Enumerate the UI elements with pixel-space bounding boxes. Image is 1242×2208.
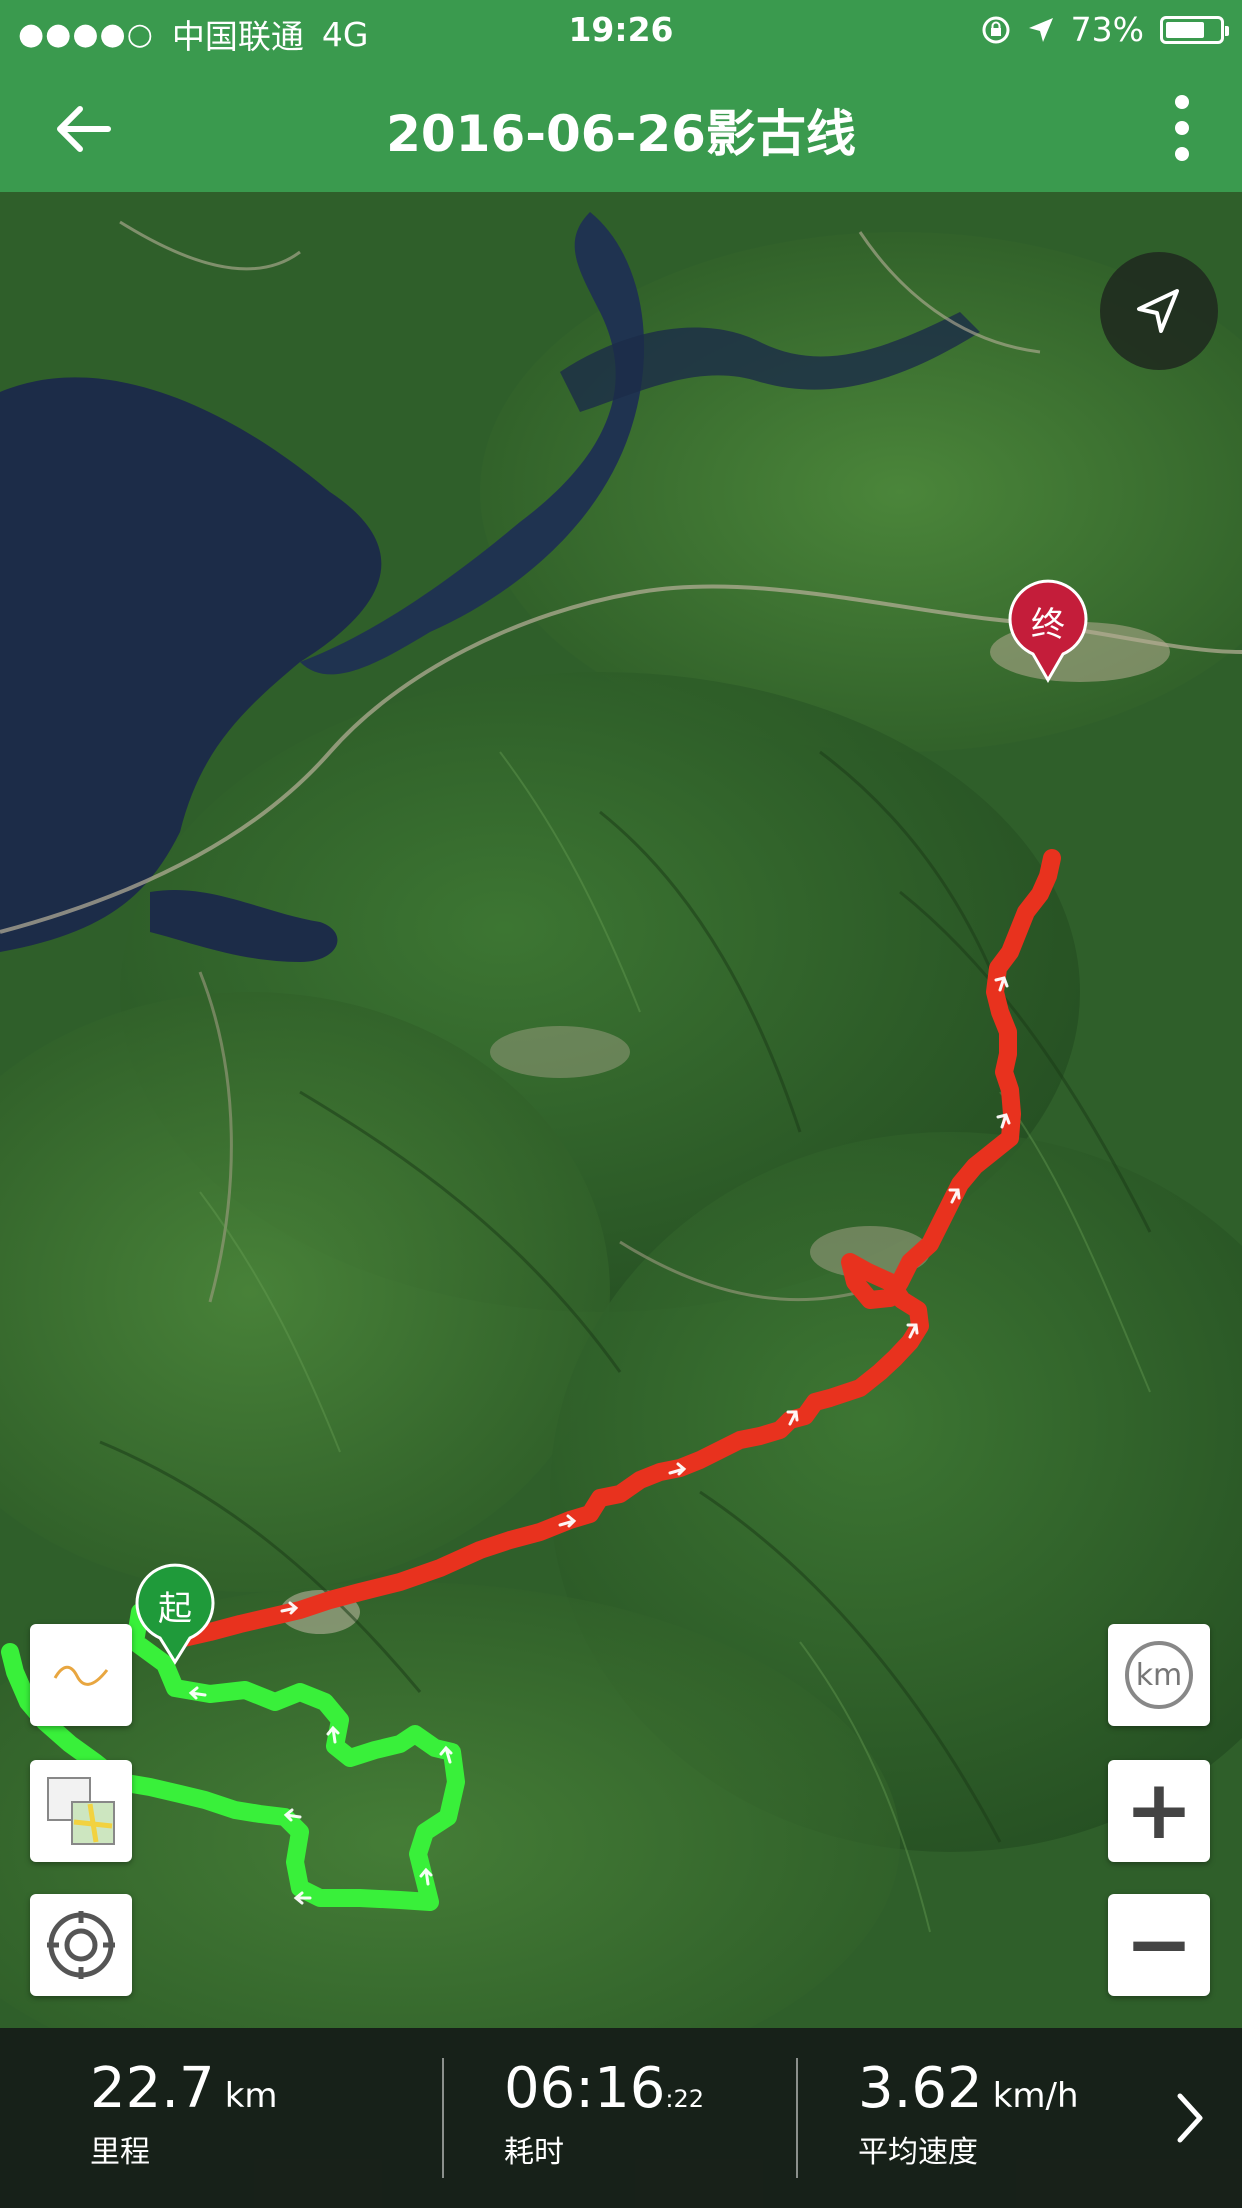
km-badge-icon: km — [1125, 1641, 1193, 1709]
outbound-track — [166, 849, 1061, 1649]
distance-label: 里程 — [90, 2135, 150, 2170]
battery-icon — [1160, 15, 1229, 44]
navigation-arrow-icon — [1137, 289, 1179, 333]
page-title: 2016-06-26影古线 — [386, 105, 856, 163]
target-ring-icon — [47, 1911, 115, 1979]
zoom-out-label: − — [1124, 1897, 1194, 1992]
duration-seconds: :22 — [665, 2085, 705, 2113]
speed-unit: km/h — [992, 2076, 1079, 2116]
duration-stat: 06:16:22 耗时 — [504, 2056, 704, 2171]
map-layers-icon — [47, 1777, 115, 1845]
navigation-bar: 2016-06-26影古线 — [0, 64, 1242, 192]
distance-unit: km — [224, 2076, 278, 2116]
chevron-right-icon[interactable] — [1172, 2088, 1208, 2148]
satellite-map[interactable]: 起 终 km + − — [0, 192, 1242, 2028]
duration-label: 耗时 — [504, 2135, 564, 2170]
distance-stat: 22.7 km 里程 — [90, 2056, 278, 2171]
start-marker-label: 起 — [158, 1589, 192, 1629]
stats-divider — [796, 2058, 798, 2178]
wave-line-icon — [53, 1665, 109, 1686]
locate-button[interactable] — [1100, 252, 1218, 370]
orientation-lock-icon — [982, 16, 1010, 43]
track-overlay: 起 终 — [1, 579, 1088, 1911]
recenter-button[interactable] — [30, 1894, 132, 1996]
distance-unit-button[interactable]: km — [1108, 1624, 1210, 1726]
duration-value: 06:16 — [504, 2056, 666, 2121]
speed-label: 平均速度 — [858, 2135, 978, 2170]
stats-bar: 22.7 km 里程 06:16:22 耗时 3.62 km/h 平均速度 — [0, 2028, 1242, 2208]
end-marker-label: 终 — [1031, 605, 1065, 645]
zoom-in-button[interactable]: + — [1108, 1760, 1210, 1862]
battery-percent: 73% — [1070, 10, 1144, 49]
distance-value: 22.7 — [90, 2056, 215, 2121]
zoom-in-label: + — [1124, 1763, 1194, 1858]
zoom-out-button[interactable]: − — [1108, 1894, 1210, 1996]
speed-stat: 3.62 km/h 平均速度 — [858, 2056, 1079, 2171]
more-menu-icon[interactable] — [1162, 90, 1202, 166]
stats-divider — [442, 2058, 444, 2178]
speed-value: 3.62 — [858, 2056, 983, 2121]
unit-label: km — [1136, 1658, 1183, 1693]
map-layers-button[interactable] — [30, 1760, 132, 1862]
location-arrow-icon — [1028, 17, 1053, 42]
status-bar: ●●●●○ 中国联通 4G 19:26 73% — [0, 0, 1242, 64]
altitude-toggle-button[interactable] — [30, 1624, 132, 1726]
end-marker[interactable]: 终 — [1008, 579, 1088, 684]
